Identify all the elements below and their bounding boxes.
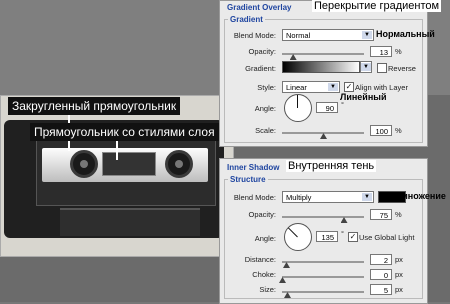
opacity-unit: % bbox=[395, 210, 402, 219]
distance-unit: px bbox=[395, 255, 403, 264]
reverse-checkbox[interactable] bbox=[377, 63, 387, 73]
gradient-label: Gradient: bbox=[245, 64, 276, 73]
right-reel-icon bbox=[165, 150, 193, 178]
distance-label: Distance: bbox=[244, 255, 276, 264]
angle-unit: ° bbox=[341, 229, 344, 238]
size-unit: px bbox=[395, 285, 403, 294]
choke-unit: px bbox=[395, 270, 403, 279]
caption-normal: Нормальный bbox=[376, 29, 435, 39]
size-input[interactable]: 5 bbox=[370, 284, 392, 295]
opacity-slider[interactable] bbox=[282, 216, 364, 218]
pointer-line bbox=[116, 138, 118, 160]
caption-rounded-rectangle: Закругленный прямоугольник bbox=[8, 97, 181, 115]
opacity-slider[interactable] bbox=[282, 53, 364, 55]
chevron-down-icon: ▼ bbox=[362, 31, 372, 39]
blend-mode-select[interactable]: Normal ▼ bbox=[282, 29, 374, 41]
opacity-label: Opacity: bbox=[248, 47, 276, 56]
caption-multiply: Умножение bbox=[396, 191, 446, 201]
caption-linear: Линейный bbox=[340, 92, 387, 102]
angle-label: Angle: bbox=[254, 104, 276, 113]
angle-dial[interactable] bbox=[284, 94, 312, 122]
angle-input[interactable]: 90 bbox=[316, 102, 338, 113]
choke-label: Choke: bbox=[252, 270, 276, 279]
angle-label: Angle: bbox=[254, 234, 276, 243]
scale-input[interactable]: 100 bbox=[370, 125, 392, 136]
opacity-input[interactable]: 75 bbox=[370, 209, 392, 220]
choke-slider[interactable] bbox=[282, 276, 364, 278]
section-title: Gradient bbox=[228, 15, 265, 24]
style-value: Linear bbox=[286, 83, 307, 92]
scale-slider[interactable] bbox=[282, 132, 364, 134]
cassette-bottom-bar bbox=[60, 208, 200, 236]
global-light-label: Use Global Light bbox=[359, 233, 415, 242]
gradient-dropdown[interactable]: ▼ bbox=[360, 61, 372, 73]
chevron-down-icon: ▼ bbox=[328, 83, 338, 91]
distance-slider[interactable] bbox=[282, 261, 364, 263]
style-select[interactable]: Linear ▼ bbox=[282, 81, 340, 93]
section-title: Structure bbox=[228, 175, 268, 184]
gradient-picker[interactable] bbox=[282, 61, 360, 73]
chevron-down-icon: ▼ bbox=[362, 193, 372, 201]
blend-mode-label: Blend Mode: bbox=[233, 31, 276, 40]
opacity-label: Opacity: bbox=[248, 210, 276, 219]
blend-mode-value: Normal bbox=[286, 31, 311, 40]
reverse-label: Reverse bbox=[388, 64, 416, 73]
angle-needle bbox=[297, 95, 298, 108]
choke-input[interactable]: 0 bbox=[370, 269, 392, 280]
style-label: Style: bbox=[257, 83, 276, 92]
global-light-checkbox[interactable]: ✓ bbox=[348, 232, 358, 242]
chevron-down-icon: ▼ bbox=[361, 63, 371, 71]
align-layer-label: Align with Layer bbox=[355, 83, 408, 92]
distance-input[interactable]: 2 bbox=[370, 254, 392, 265]
align-layer-checkbox[interactable]: ✓ bbox=[344, 82, 354, 92]
panel-title: Inner Shadow bbox=[227, 163, 280, 172]
caption-gradient-overlay: Перекрытие градиентом bbox=[312, 0, 442, 12]
opacity-input[interactable]: 13 bbox=[370, 46, 392, 57]
caption-inner-shadow: Внутренняя тень bbox=[286, 160, 377, 172]
opacity-unit: % bbox=[395, 47, 402, 56]
scale-unit: % bbox=[395, 126, 402, 135]
cassette-window bbox=[102, 152, 156, 176]
size-label: Size: bbox=[259, 285, 276, 294]
caption-styled-rectangle: Прямоугольник со стилями слоя bbox=[30, 123, 219, 141]
blend-mode-select[interactable]: Multiply ▼ bbox=[282, 191, 374, 203]
gradient-overlay-panel: Gradient Overlay Gradient Blend Mode: No… bbox=[219, 0, 428, 147]
inner-shadow-panel: Inner Shadow Structure Blend Mode: Multi… bbox=[219, 158, 428, 304]
blend-mode-label: Blend Mode: bbox=[233, 193, 276, 202]
scale-label: Scale: bbox=[255, 126, 276, 135]
size-slider[interactable] bbox=[282, 291, 364, 293]
left-reel-icon bbox=[70, 150, 98, 178]
blend-mode-value: Multiply bbox=[286, 193, 312, 202]
panel-title: Gradient Overlay bbox=[227, 3, 292, 12]
angle-input[interactable]: 135 bbox=[316, 231, 338, 242]
